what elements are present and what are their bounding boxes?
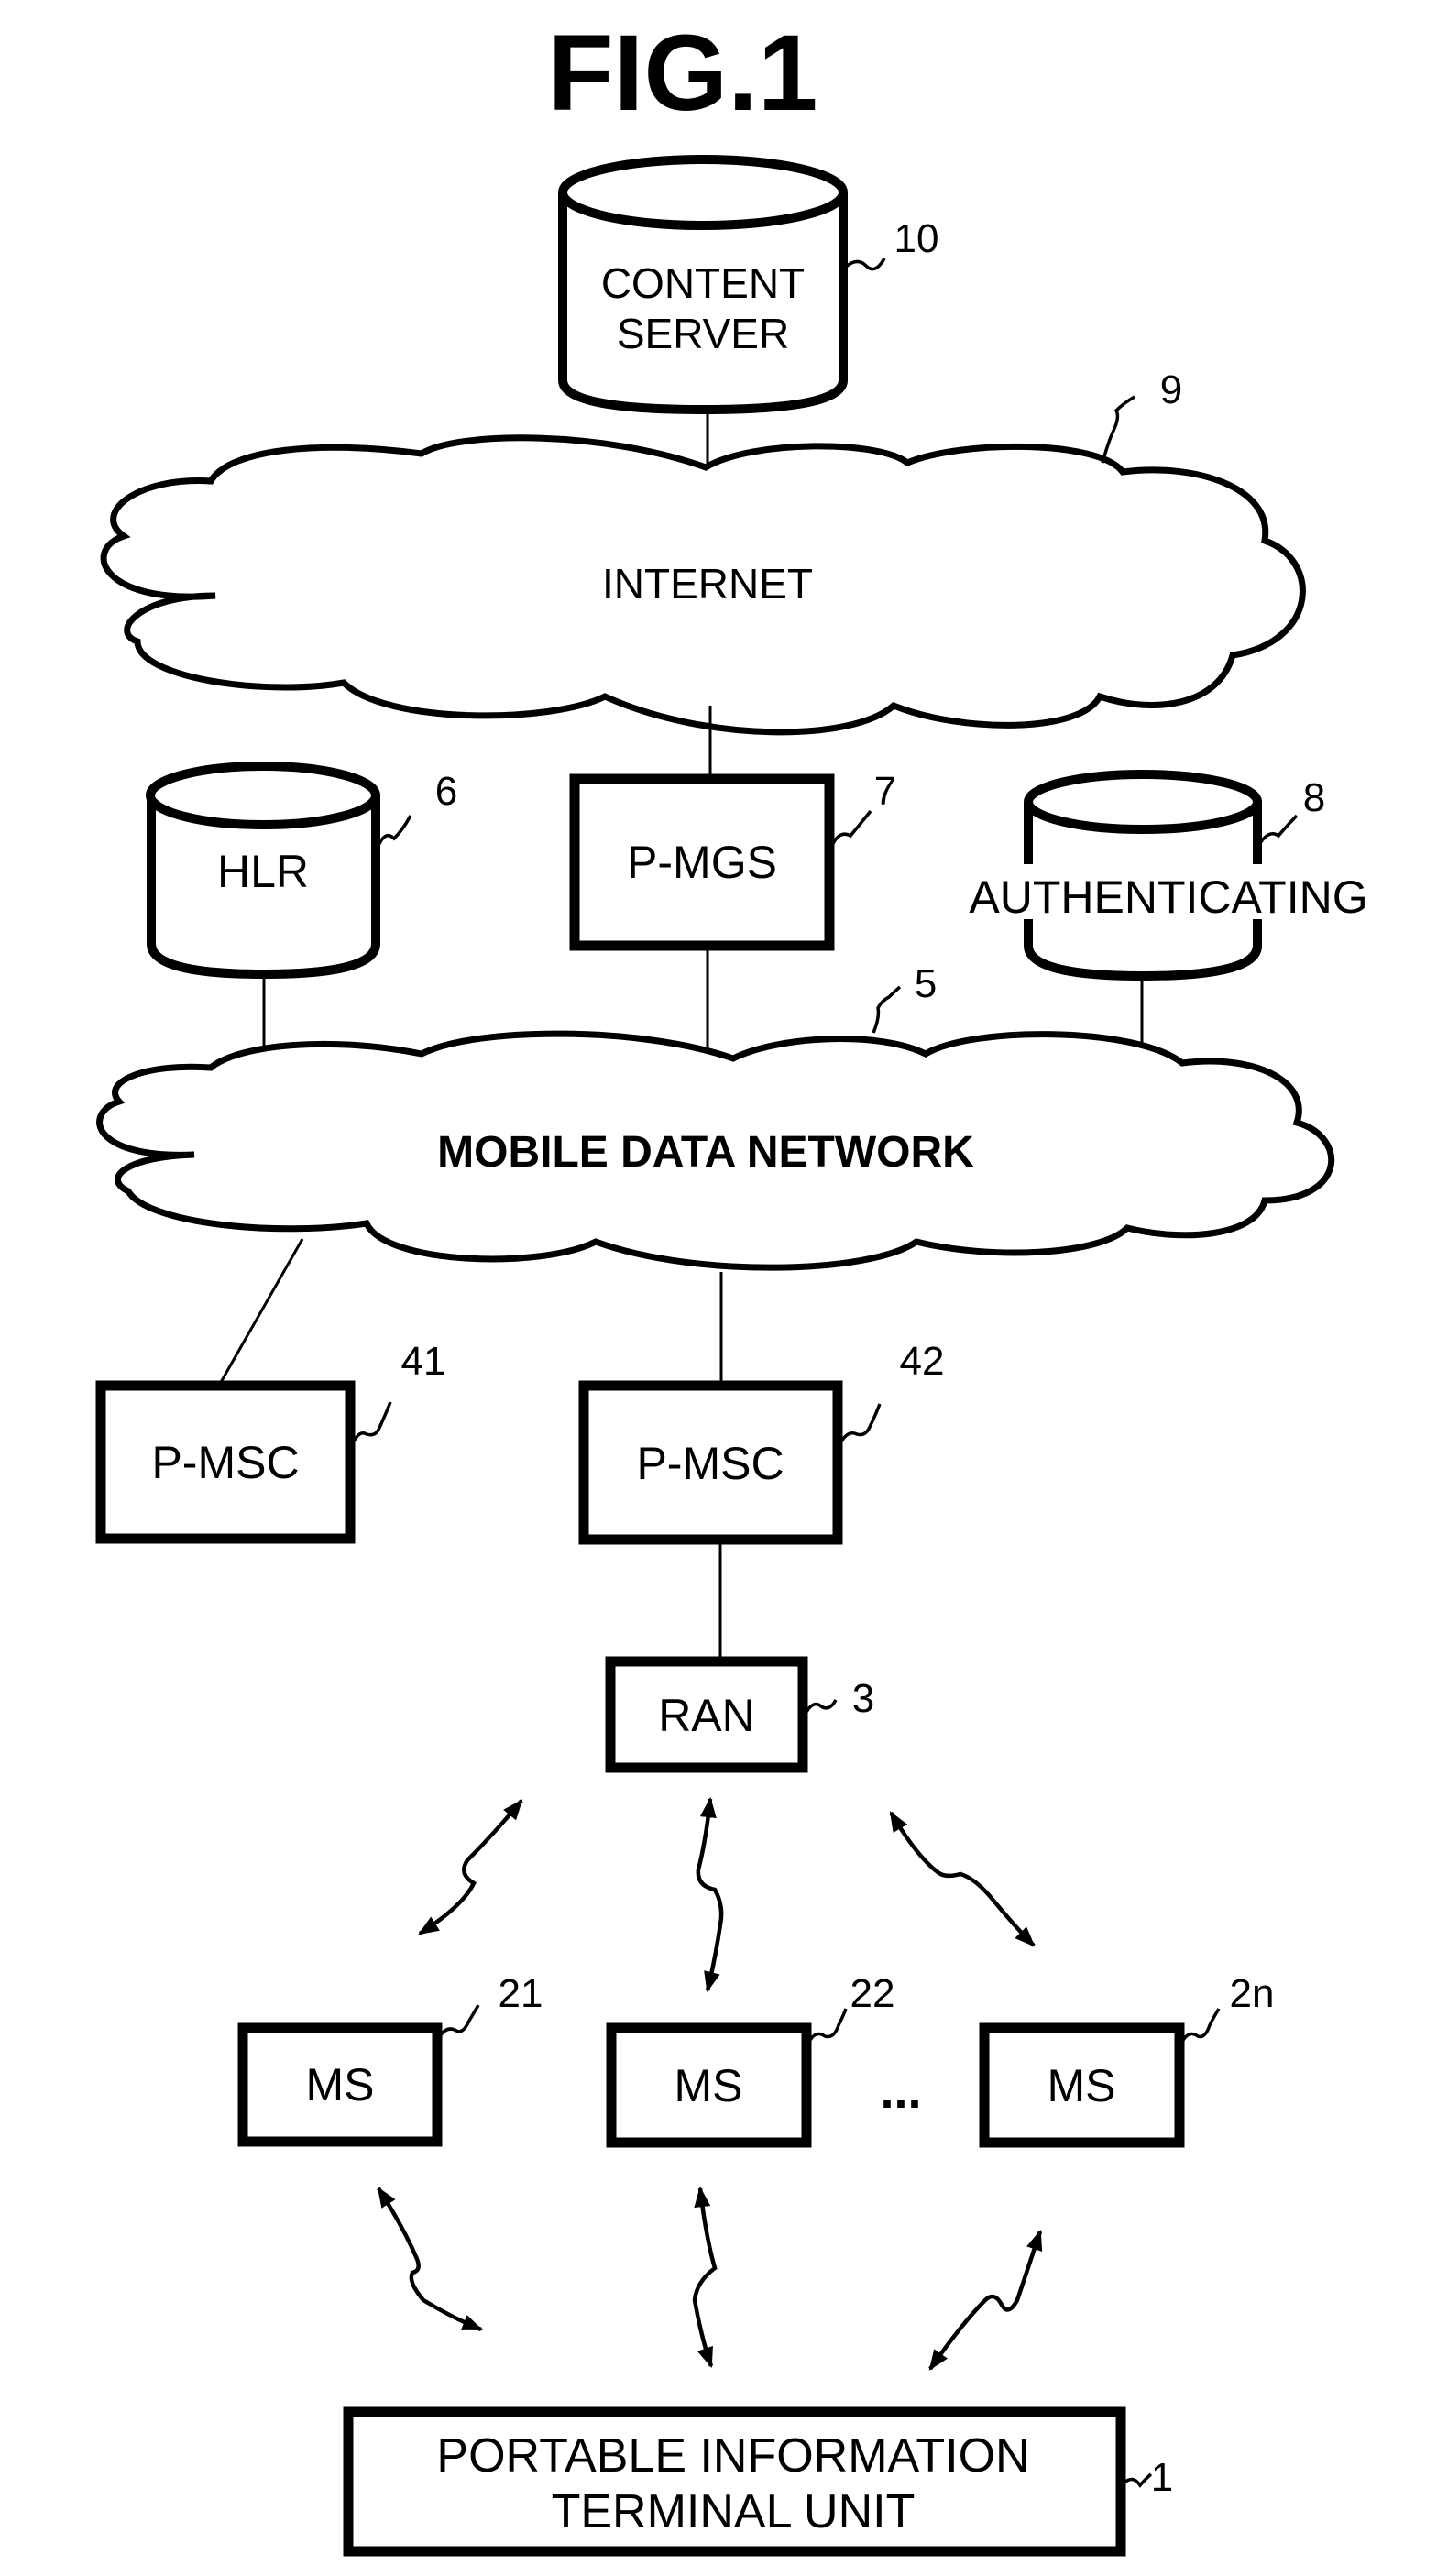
- wireless-link-ran-ms22: [696, 1796, 724, 1993]
- authenticating-node: AUTHENTICATING 8: [944, 770, 1393, 981]
- p-mgs-node: P-MGS 7: [569, 769, 896, 951]
- ms-21-label: MS: [306, 2059, 375, 2110]
- p-msc-42-label: P-MSC: [636, 1438, 784, 1489]
- p-mgs-label: P-MGS: [627, 837, 777, 888]
- terminal-ref: 1: [1151, 2455, 1173, 2500]
- p-mgs-leader: [829, 809, 872, 849]
- figure-title: FIG.1: [547, 13, 817, 134]
- p-msc-42-node: P-MSC 42: [578, 1339, 945, 1545]
- terminal-node: PORTABLE INFORMATION TERMINAL UNIT 1: [343, 2406, 1173, 2557]
- authenticating-leader: [1258, 814, 1299, 845]
- p-msc-41-node: P-MSC 41: [95, 1339, 446, 1544]
- internet-ref: 9: [1160, 367, 1182, 412]
- internet-leader: [1101, 395, 1135, 464]
- content-server-leader: [843, 258, 886, 271]
- wireless-link-ran-ms21: [418, 1799, 523, 1935]
- mobile-data-network-ref: 5: [915, 961, 937, 1006]
- wireless-link-ran-ms2n: [889, 1811, 1036, 1947]
- hlr-node: HLR 6: [146, 762, 457, 980]
- wireless-link-ms21-terminal: [377, 2187, 484, 2332]
- mobile-data-network-node: MOBILE DATA NETWORK 5: [96, 961, 1335, 1271]
- content-server-label-line1: CONTENT: [601, 259, 805, 307]
- ms-21-node: MS 21: [237, 1971, 543, 2147]
- ms-22-node: MS 22: [606, 1971, 895, 2148]
- ms-22-label: MS: [675, 2060, 743, 2111]
- internet-label: INTERNET: [602, 560, 813, 608]
- ms-21-leader: [438, 2004, 480, 2038]
- content-server-cylinder-top: [558, 155, 848, 230]
- content-server-node: CONTENT SERVER 10: [558, 155, 939, 415]
- mobile-data-network-label: MOBILE DATA NETWORK: [437, 1128, 974, 1177]
- p-mgs-ref: 7: [874, 769, 896, 814]
- ms-ellipsis: ...: [880, 2064, 921, 2119]
- authenticating-cylinder-top: [1024, 770, 1262, 834]
- p-msc-42-leader: [839, 1403, 882, 1444]
- ms-2n-ref: 2n: [1230, 1971, 1275, 2016]
- ran-leader: [805, 1699, 838, 1713]
- ran-node: RAN 3: [605, 1656, 874, 1773]
- terminal-leader: [1122, 2472, 1153, 2488]
- ms-22-ref: 22: [850, 1971, 895, 2016]
- hlr-cylinder-top: [146, 762, 380, 829]
- authenticating-ref: 8: [1303, 775, 1325, 820]
- ran-label: RAN: [658, 1690, 755, 1741]
- content-server-label-line2: SERVER: [617, 310, 789, 357]
- ms-21-ref: 21: [499, 1971, 543, 2016]
- internet-cloud-node: INTERNET 9: [100, 367, 1306, 736]
- p-msc-42-ref: 42: [900, 1339, 945, 1384]
- link-mdn-pmsc41: [218, 1238, 304, 1385]
- p-msc-41-label: P-MSC: [151, 1437, 299, 1488]
- terminal-label-line1: PORTABLE INFORMATION: [436, 2429, 1029, 2483]
- terminal-label-line2: TERMINAL UNIT: [552, 2485, 916, 2538]
- content-server-ref: 10: [894, 216, 939, 261]
- ms-2n-label: MS: [1048, 2060, 1116, 2111]
- ms-2n-node: MS 2n: [979, 1971, 1275, 2148]
- p-msc-41-leader: [351, 1401, 392, 1444]
- network-diagram: FIG.1 CONTENT SERVER 10 INTERNET 9 HLR 6…: [95, 13, 1393, 2557]
- ms-2n-leader: [1180, 2008, 1221, 2043]
- wireless-link-ms22-terminal: [692, 2186, 718, 2369]
- hlr-label: HLR: [217, 846, 309, 897]
- authenticating-label: AUTHENTICATING: [969, 871, 1367, 923]
- ran-ref: 3: [852, 1676, 874, 1721]
- hlr-leader: [376, 815, 412, 849]
- p-msc-41-ref: 41: [401, 1339, 446, 1384]
- hlr-ref: 6: [435, 769, 457, 814]
- mobile-data-network-leader: [872, 985, 902, 1034]
- ms-22-leader: [807, 2008, 848, 2043]
- wireless-link-ms2n-terminal: [928, 2229, 1043, 2371]
